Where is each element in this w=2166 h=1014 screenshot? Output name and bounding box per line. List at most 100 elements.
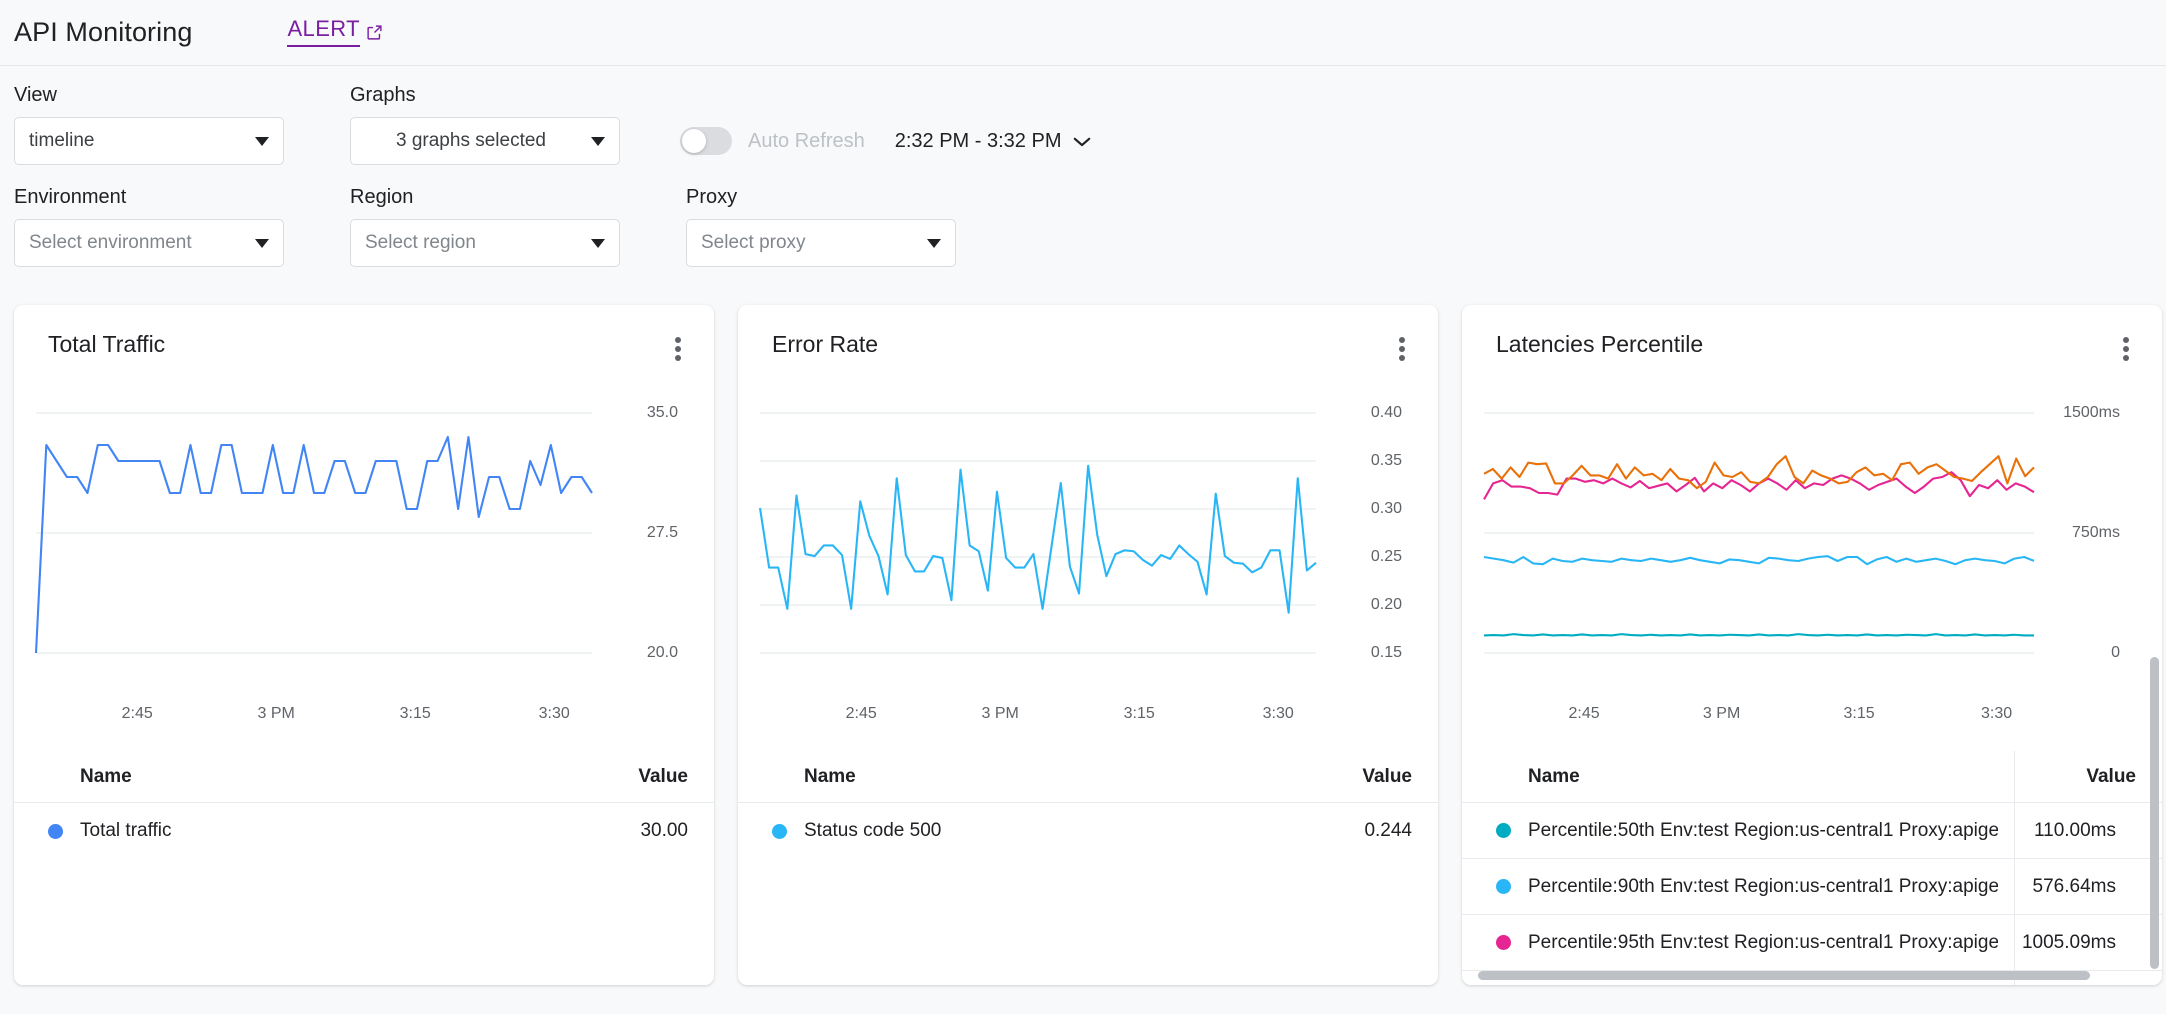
- y-axis-tick-label: 750ms: [2072, 524, 2120, 542]
- series-color-dot: [48, 824, 80, 839]
- more-vert-icon[interactable]: [666, 331, 692, 365]
- y-axis-tick-label: 20.0: [647, 644, 678, 662]
- chevron-down-icon: [1061, 136, 1091, 147]
- region-field: Region Select region: [350, 186, 620, 267]
- toggle-knob: [682, 129, 706, 153]
- chart-svg: [738, 379, 1438, 699]
- legend-rows: Total traffic30.00: [14, 803, 714, 859]
- proxy-select-value: Select proxy: [701, 232, 913, 254]
- x-axis-tick-label: 2:45: [846, 705, 877, 723]
- more-vert-icon[interactable]: [1390, 331, 1416, 365]
- y-axis-tick-label: 1500ms: [2063, 404, 2120, 422]
- legend-header-row: Name Value: [14, 751, 714, 803]
- series-name: Percentile:95th Env:test Region:us-centr…: [1528, 932, 1998, 954]
- card-header: Error Rate: [738, 305, 1438, 365]
- series-value: 30.00: [640, 820, 688, 842]
- x-axis-labels: 2:453 PM3:153:30: [14, 705, 714, 729]
- x-axis-tick-label: 3:30: [1981, 705, 2012, 723]
- chevron-down-icon: [255, 239, 269, 248]
- card-header: Total Traffic: [14, 305, 714, 365]
- external-link-icon: [366, 24, 383, 41]
- region-label: Region: [350, 186, 620, 209]
- more-vert-icon[interactable]: [2114, 331, 2140, 365]
- page-title: API Monitoring: [14, 17, 192, 48]
- graphs-field: Graphs 3 graphs selected: [350, 84, 620, 165]
- legend-header-row: Name Value: [1462, 751, 2162, 803]
- auto-refresh-toggle[interactable]: [680, 127, 732, 155]
- alert-link-label: ALERT: [287, 18, 360, 47]
- view-select[interactable]: timeline: [14, 117, 284, 165]
- series-color-dot: [1496, 879, 1528, 894]
- chart-latencies-percentile: 1500ms750ms02:453 PM3:153:30: [1462, 379, 2162, 699]
- chart-total-traffic: 35.027.520.02:453 PM3:153:30: [14, 379, 714, 699]
- x-axis-tick-label: 3 PM: [982, 705, 1019, 723]
- legend-rows: Status code 5000.244: [738, 803, 1438, 859]
- environment-select[interactable]: Select environment: [14, 219, 284, 267]
- series-value: 110.00ms: [1998, 820, 2116, 842]
- table-row[interactable]: Percentile:95th Env:test Region:us-centr…: [1462, 915, 2162, 971]
- x-axis-tick-label: 3:30: [539, 705, 570, 723]
- card-latencies-percentile: Latencies Percentile 1500ms750ms02:453 P…: [1462, 305, 2162, 985]
- table-row[interactable]: Percentile:90th Env:test Region:us-centr…: [1462, 859, 2162, 915]
- region-select[interactable]: Select region: [350, 219, 620, 267]
- series-name: Total traffic: [80, 820, 640, 842]
- app-header: API Monitoring ALERT: [0, 0, 2166, 66]
- chevron-down-icon: [927, 239, 941, 248]
- y-axis-tick-label: 0.20: [1371, 596, 1402, 614]
- graphs-select-value: 3 graphs selected: [365, 130, 577, 152]
- environment-field: Environment Select environment: [14, 186, 284, 267]
- x-axis-tick-label: 3:15: [400, 705, 431, 723]
- proxy-select[interactable]: Select proxy: [686, 219, 956, 267]
- chevron-down-icon: [591, 239, 605, 248]
- alert-link[interactable]: ALERT: [287, 18, 383, 47]
- table-row[interactable]: Percentile:50th Env:test Region:us-centr…: [1462, 803, 2162, 859]
- y-axis-tick-label: 0.40: [1371, 404, 1402, 422]
- x-axis-tick-label: 2:45: [122, 705, 153, 723]
- x-axis-tick-label: 3:30: [1263, 705, 1294, 723]
- x-axis-labels: 2:45 3 PM 3:15 3:30: [1462, 705, 2162, 729]
- legend-table-total-traffic: Name Value Total traffic30.00: [14, 751, 714, 859]
- y-axis-tick-label: 0.30: [1371, 500, 1402, 518]
- x-axis-tick-label: 3:15: [1844, 705, 1875, 723]
- y-axis-tick-label: 27.5: [647, 524, 678, 542]
- auto-refresh-label: Auto Refresh: [748, 130, 865, 153]
- time-range-picker[interactable]: 2:32 PM - 3:32 PM: [895, 130, 1092, 153]
- legend-table-error-rate: Name Value Status code 5000.244: [738, 751, 1438, 859]
- series-line: [36, 437, 592, 653]
- series-name: Percentile:90th Env:test Region:us-centr…: [1528, 876, 1998, 898]
- column-header-value: Value: [638, 766, 688, 788]
- series-line: [1484, 634, 2034, 635]
- chart-error-rate: 0.400.350.300.250.200.152:453 PM3:153:30: [738, 379, 1438, 699]
- x-axis-tick-label: 3 PM: [1703, 705, 1740, 723]
- graphs-label: Graphs: [350, 84, 620, 107]
- environment-label: Environment: [14, 186, 284, 209]
- column-header-value: Value: [2086, 766, 2136, 788]
- table-row[interactable]: Status code 5000.244: [738, 803, 1438, 859]
- filters-toolbar: View timeline Graphs 3 graphs selected A…: [0, 66, 2166, 267]
- view-select-value: timeline: [29, 130, 241, 152]
- charts-container: Total Traffic 35.0 27.5 20.0 2:45 3 PM 3:15 3:…: [0, 267, 2166, 985]
- y-axis-tick-label: 35.0: [647, 404, 678, 422]
- horizontal-scrollbar[interactable]: [1478, 971, 2090, 980]
- series-value: 1005.09ms: [1998, 932, 2116, 954]
- column-divider: [2014, 751, 2015, 985]
- auto-refresh-group: Auto Refresh 2:32 PM - 3:32 PM: [680, 117, 1091, 165]
- series-line: [1484, 556, 2034, 564]
- x-axis-tick-label: 2:45: [1569, 705, 1600, 723]
- column-header-value: Value: [1362, 766, 1412, 788]
- chart-svg: [14, 379, 714, 699]
- legend-header-row: Name Value: [738, 751, 1438, 803]
- table-row[interactable]: Total traffic30.00: [14, 803, 714, 859]
- card-title: Latencies Percentile: [1496, 331, 1703, 358]
- x-axis-tick-label: 3:15: [1124, 705, 1155, 723]
- chevron-down-icon: [255, 137, 269, 146]
- chart-svg: [1462, 379, 2162, 699]
- card-error-rate: Error Rate 0.400.350.300.250.200.152:453…: [738, 305, 1438, 985]
- graphs-select[interactable]: 3 graphs selected: [350, 117, 620, 165]
- vertical-scrollbar[interactable]: [2150, 657, 2159, 969]
- card-header: Latencies Percentile: [1462, 305, 2162, 365]
- card-title: Total Traffic: [48, 331, 165, 358]
- legend-table-latencies: Name Value Percentile:50th Env:test Regi…: [1462, 751, 2162, 985]
- series-value: 0.244: [1364, 820, 1412, 842]
- series-color-dot: [1496, 935, 1528, 950]
